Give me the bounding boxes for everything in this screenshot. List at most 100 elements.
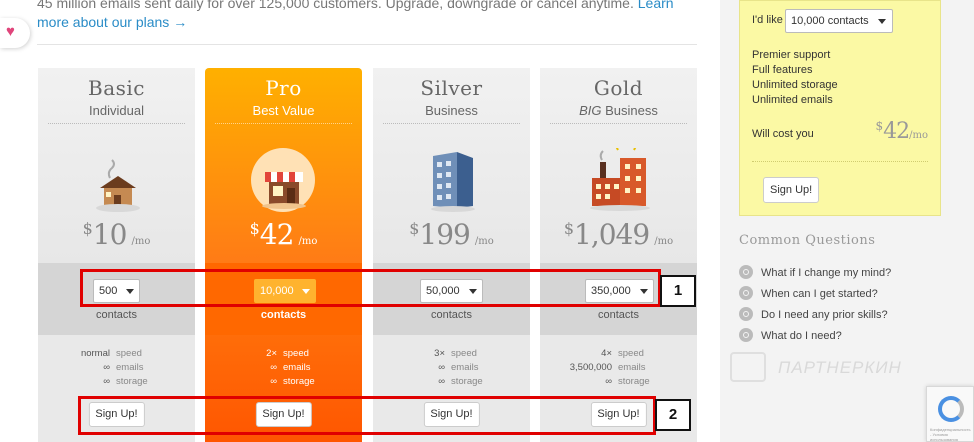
question-icon — [739, 286, 753, 300]
calculator-label: I'd like — [752, 14, 783, 26]
currency: $ — [563, 219, 575, 238]
feature-label: emails — [451, 362, 479, 373]
price-amount: 42 — [259, 218, 295, 251]
divider — [752, 161, 928, 162]
contacts-label: contacts — [96, 309, 137, 321]
question-link[interactable]: What do I need? — [739, 328, 842, 342]
price-amount: 1,049 — [574, 218, 650, 251]
calculator-feature: Premier support — [752, 49, 831, 61]
recaptcha-badge[interactable]: Конфиденциальность - Условия использован… — [926, 386, 974, 442]
price-period: /mo — [909, 130, 928, 141]
question-link[interactable]: When can I get started? — [739, 286, 878, 300]
currency: $ — [249, 219, 260, 238]
annotation-number: 1 — [660, 275, 696, 307]
watermark: ПАРТНЕРКИН — [730, 350, 950, 386]
intro-description: 45 million emails sent daily for over 12… — [37, 0, 634, 11]
feature-value: 2× — [266, 348, 277, 359]
feature-value: ∞ — [103, 376, 110, 387]
feature-label: emails — [618, 362, 646, 373]
question-icon — [739, 265, 753, 279]
cost-label: Will cost you — [752, 128, 814, 140]
watermark-text: ПАРТНЕРКИН — [778, 358, 902, 377]
divider — [48, 123, 185, 124]
currency: $ — [82, 219, 93, 238]
chevron-down-icon — [878, 19, 886, 24]
plan-subtitle: Business — [425, 103, 478, 118]
plan-name: Gold — [593, 76, 644, 100]
feature-label: emails — [283, 362, 311, 373]
calculator-feature: Unlimited storage — [752, 79, 838, 91]
price-period: /mo — [298, 236, 318, 247]
calculator-contacts-select[interactable]: 10,000 contacts — [785, 9, 893, 33]
heart-icon: ♥ — [6, 23, 15, 40]
question-text: What if I change my mind? — [761, 267, 892, 279]
feature-value: 4× — [601, 348, 612, 359]
price-amount: 199 — [419, 218, 470, 251]
feature-label: storage — [116, 376, 148, 387]
question-link[interactable]: Do I need any prior skills? — [739, 307, 888, 321]
plan-name: Silver — [420, 76, 483, 100]
annotation-box-signup — [78, 396, 656, 435]
office-building-icon — [431, 152, 475, 212]
shop-icon — [262, 172, 306, 209]
feature-value: 3× — [434, 348, 445, 359]
plan-subtitle: Individual — [89, 103, 144, 118]
feature-label: emails — [116, 362, 144, 373]
divider — [215, 123, 352, 124]
plan-subtitle-emphasis: BIG — [579, 103, 602, 118]
feature-value: ∞ — [438, 362, 445, 373]
plan-price: $199 /mo — [373, 218, 530, 251]
question-text: Do I need any prior skills? — [761, 309, 888, 321]
plan-subtitle: BIG Business — [540, 103, 697, 118]
feature-label: storage — [283, 376, 315, 387]
feature-label: storage — [618, 376, 650, 387]
price-amount: 42 — [883, 119, 910, 144]
question-icon — [739, 328, 753, 342]
plan-name: Pro — [265, 76, 302, 100]
plan-name: Basic — [88, 76, 145, 100]
contacts-label: contacts — [598, 309, 639, 321]
divider — [37, 44, 697, 45]
calculator-price: $42/mo — [875, 119, 928, 144]
favorite-tab[interactable]: ♥ — [0, 18, 30, 48]
plan-subtitle-text: Business — [605, 103, 658, 118]
recaptcha-text: Конфиденциальность - Условия использован… — [930, 427, 971, 442]
annotation-number: 2 — [655, 399, 691, 431]
house-icon — [96, 159, 140, 212]
currency: $ — [875, 119, 884, 133]
question-text: When can I get started? — [761, 288, 878, 300]
calculator-feature: Full features — [752, 64, 813, 76]
plan-calculator: I'd like 10,000 contacts Premier support… — [739, 0, 941, 216]
feature-label: speed — [283, 348, 309, 359]
select-value: 10,000 contacts — [791, 15, 869, 27]
feature-value: ∞ — [270, 376, 277, 387]
annotation-box-contacts — [80, 269, 661, 307]
plan-card-basic: Basic Individual $10 /mo 500 contacts no… — [38, 68, 195, 442]
plan-price: $42 /mo — [205, 218, 362, 251]
factory-icon — [590, 148, 650, 211]
contacts-label: contacts — [431, 309, 472, 321]
feature-value: ∞ — [438, 376, 445, 387]
feature-label: speed — [116, 348, 142, 359]
price-amount: 10 — [92, 218, 128, 251]
feature-value: ∞ — [270, 362, 277, 373]
question-icon — [739, 307, 753, 321]
recaptcha-icon — [938, 396, 964, 422]
plan-card-gold: Gold BIG Business $1,049 /mo 350,000 con… — [540, 68, 697, 442]
feature-value: ∞ — [103, 362, 110, 373]
watermark-logo-icon — [730, 352, 766, 382]
question-link[interactable]: What if I change my mind? — [739, 265, 891, 279]
calculator-signup-button[interactable]: Sign Up! — [763, 177, 820, 203]
feature-value: 3,500,000 — [569, 362, 612, 373]
contacts-label: contacts — [260, 309, 307, 321]
price-period: /mo — [654, 236, 674, 247]
divider — [383, 123, 520, 124]
plan-subtitle: Best Value — [252, 103, 315, 118]
price-period: /mo — [474, 236, 494, 247]
currency: $ — [409, 219, 420, 238]
plan-price: $1,049 /mo — [540, 218, 697, 251]
plan-price: $10 /mo — [38, 218, 195, 251]
price-period: /mo — [131, 236, 151, 247]
feature-label: storage — [451, 376, 483, 387]
feature-label: speed — [618, 348, 644, 359]
